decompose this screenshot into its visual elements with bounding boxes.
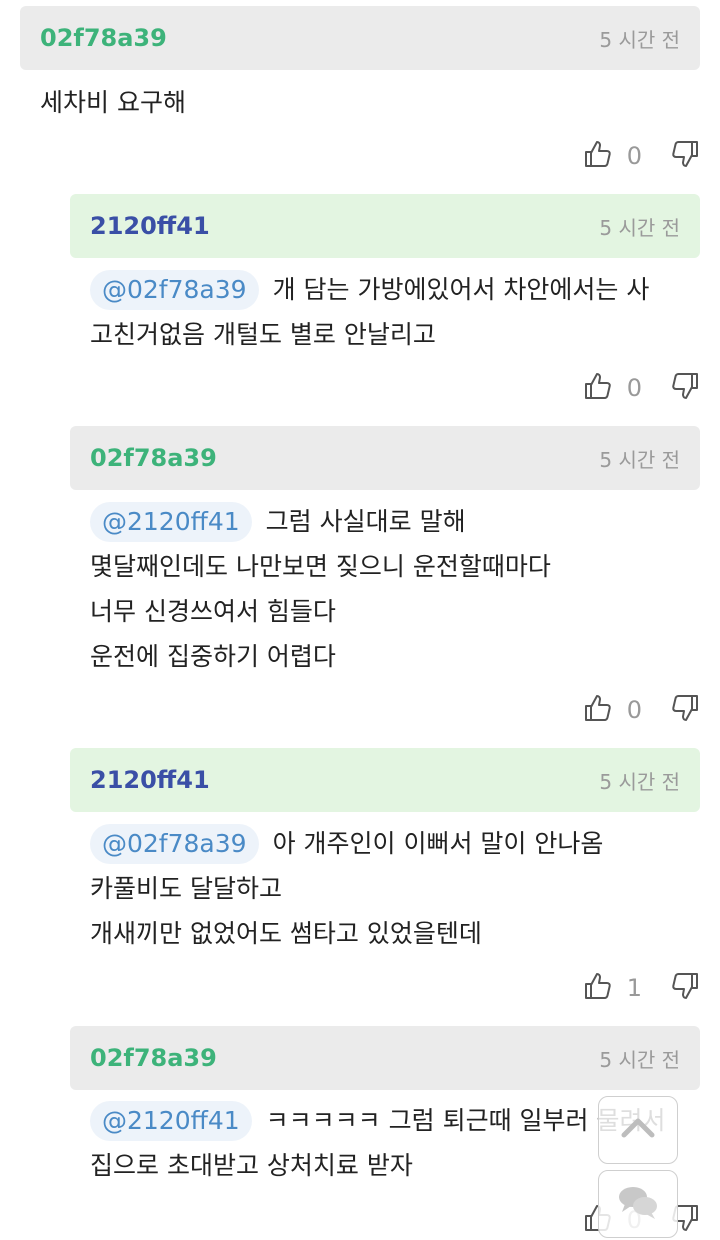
like-count: 0	[626, 696, 642, 724]
comment-text-line: 고친거없음 개털도 별로 안날리고	[90, 320, 436, 349]
thumbs-up-icon[interactable]	[583, 371, 613, 405]
comment-header: 02f78a39 5 시간 전	[70, 1026, 700, 1090]
comment-text-line: 몇달째인데도 나만보면 짖으니 운전할때마다	[90, 552, 551, 581]
comment-text-line: @2120ff41 ㅋㅋㅋㅋㅋ 그럼 퇴근때 일부러 물려서	[90, 1098, 665, 1143]
chat-bubbles-icon	[615, 1182, 661, 1226]
comment-body: 세차비 요구해	[40, 80, 186, 125]
comment-time: 5 시간 전	[599, 769, 680, 794]
comment-text-line: 개새끼만 없었어도 썸타고 있었을텐데	[90, 919, 482, 948]
comment-text-line: @2120ff41 그럼 사실대로 말해	[90, 499, 551, 544]
thumbs-down-icon[interactable]	[670, 693, 700, 727]
mention-tag[interactable]: @2120ff41	[90, 502, 252, 542]
thumbs-up-icon[interactable]	[583, 693, 613, 727]
comment-header: 2120ff41 5 시간 전	[70, 748, 700, 812]
vote-bar: 0	[583, 690, 700, 730]
comment-text-line: @02f78a39 개 담는 가방에있어서 차안에서는 사	[90, 267, 649, 312]
comment-text-line: 카풀비도 달달하고	[90, 874, 282, 903]
comment-author[interactable]: 2120ff41	[90, 766, 210, 794]
comment-header: 02f78a39 5 시간 전	[70, 426, 700, 490]
thumbs-down-icon[interactable]	[670, 139, 700, 173]
like-count: 0	[626, 142, 642, 170]
comment-time: 5 시간 전	[599, 447, 680, 472]
mention-tag[interactable]: @02f78a39	[90, 824, 259, 864]
comment-header: 02f78a39 5 시간 전	[20, 6, 700, 70]
vote-bar: 1	[583, 968, 700, 1008]
chevron-up-icon	[618, 1113, 658, 1147]
mention-tag[interactable]: @02f78a39	[90, 270, 259, 310]
comment-author[interactable]: 02f78a39	[40, 24, 167, 52]
comment-time: 5 시간 전	[599, 215, 680, 240]
comments-button[interactable]	[598, 1170, 678, 1238]
comment-text-line: 너무 신경쓰여서 힘들다	[90, 597, 336, 626]
vote-bar: 0	[583, 368, 700, 408]
vote-bar: 0	[583, 136, 700, 176]
comment-body: @02f78a39 개 담는 가방에있어서 차안에서는 사 고친거없음 개털도 별…	[90, 267, 649, 357]
comment-text-line: 운전에 집중하기 어렵다	[90, 642, 336, 671]
comment-author[interactable]: 2120ff41	[90, 212, 210, 240]
comment-body: @2120ff41 그럼 사실대로 말해 몇달째인데도 나만보면 짖으니 운전할때…	[90, 499, 551, 679]
comment-text-line: 세차비 요구해	[40, 88, 186, 117]
thumbs-down-icon[interactable]	[670, 971, 700, 1005]
comment-text-line: 집으로 초대받고 상처치료 받자	[90, 1151, 413, 1180]
thumbs-up-icon[interactable]	[583, 971, 613, 1005]
thumbs-down-icon[interactable]	[670, 371, 700, 405]
comment-author[interactable]: 02f78a39	[90, 444, 217, 472]
scroll-top-button[interactable]	[598, 1096, 678, 1164]
like-count: 0	[626, 374, 642, 402]
comment-header: 2120ff41 5 시간 전	[70, 194, 700, 258]
like-count: 1	[626, 974, 642, 1002]
comment-body: @2120ff41 ㅋㅋㅋㅋㅋ 그럼 퇴근때 일부러 물려서 집으로 초대받고 상…	[90, 1098, 665, 1188]
comment-body: @02f78a39 아 개주인이 이뻐서 말이 안나옴 카풀비도 달달하고 개새끼…	[90, 821, 603, 956]
comment-text-line: @02f78a39 아 개주인이 이뻐서 말이 안나옴	[90, 821, 603, 866]
thumbs-up-icon[interactable]	[583, 139, 613, 173]
comment-time: 5 시간 전	[599, 1047, 680, 1072]
comment-author[interactable]: 02f78a39	[90, 1044, 217, 1072]
mention-tag[interactable]: @2120ff41	[90, 1101, 252, 1141]
comment-time: 5 시간 전	[599, 27, 680, 52]
